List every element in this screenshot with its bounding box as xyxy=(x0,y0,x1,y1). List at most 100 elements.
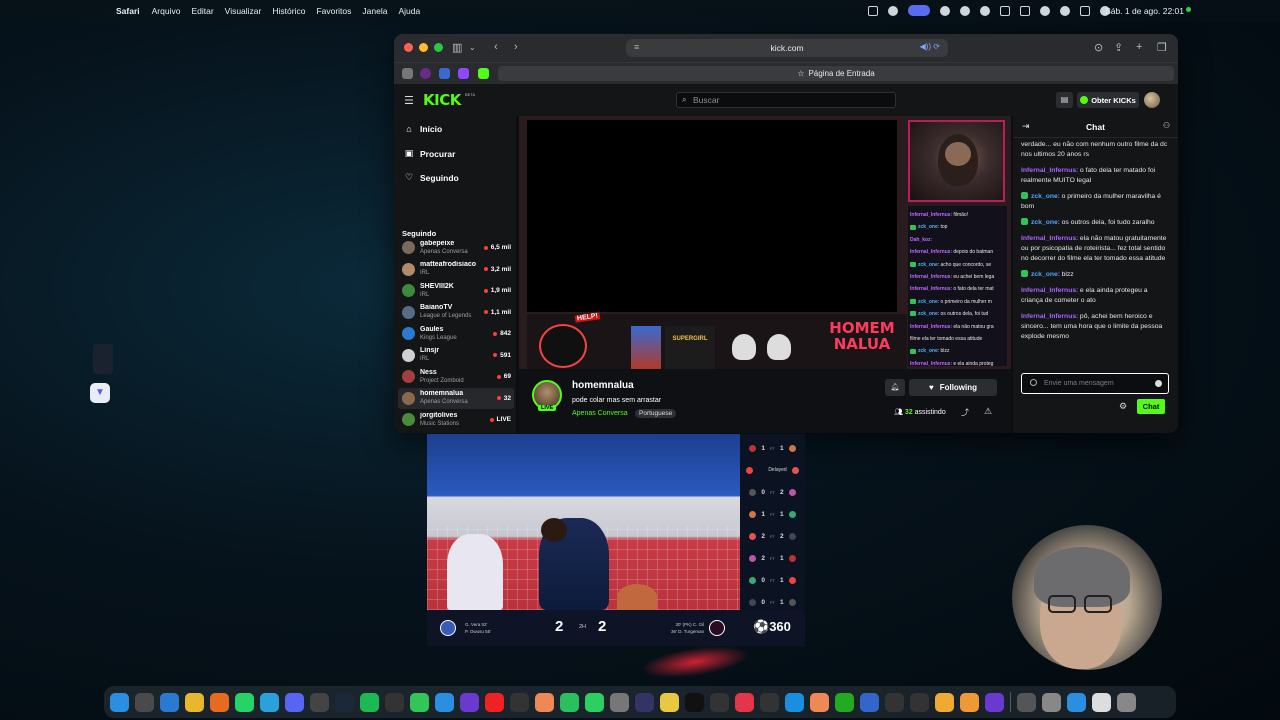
favorite-1-icon[interactable] xyxy=(402,68,413,79)
vpn-icon[interactable] xyxy=(980,5,990,16)
sidebar-channel-zilanstag[interactable]: zilanstag xyxy=(398,431,514,434)
screen-record-icon[interactable] xyxy=(908,5,930,16)
kick-favicon-icon[interactable] xyxy=(478,68,489,79)
tab-overview-icon[interactable]: ❐ xyxy=(1157,41,1167,54)
control-icon[interactable] xyxy=(1000,5,1010,16)
favorite-2-icon[interactable] xyxy=(420,68,431,79)
share-icon[interactable]: ⤴ xyxy=(961,407,969,418)
search-input[interactable]: ⌕ Buscar xyxy=(676,92,896,108)
hamburger-icon[interactable]: ☰ xyxy=(404,94,414,107)
nav-seguindo[interactable]: ♡ Seguindo xyxy=(404,172,459,183)
emote-icon[interactable] xyxy=(1030,379,1037,386)
sidebar-channel-homemnalua[interactable]: homemnalua Apenas Conversa 32 xyxy=(398,387,514,409)
play-icon[interactable] xyxy=(940,5,950,16)
dock-app-icon[interactable] xyxy=(510,692,529,712)
zoom-window-button[interactable] xyxy=(434,43,443,52)
chat-username[interactable]: Infernal_Infernus xyxy=(1021,167,1076,174)
sidebar-channel-baianotv[interactable]: BaianoTV League of Legends 1,1 mil xyxy=(398,302,514,323)
twitch-icon[interactable] xyxy=(458,68,469,79)
chat-send-button[interactable]: Chat xyxy=(1137,399,1165,414)
stream-category[interactable]: Apenas Conversa xyxy=(572,410,628,417)
dock-app-icon[interactable] xyxy=(585,692,604,712)
spotlight-icon[interactable] xyxy=(1060,5,1070,16)
menu-visualizar[interactable]: Visualizar xyxy=(225,6,262,16)
dock-app-icon[interactable] xyxy=(1117,692,1136,712)
dock-app-icon[interactable] xyxy=(885,692,904,712)
close-window-button[interactable] xyxy=(404,43,413,52)
dock-app-icon[interactable] xyxy=(485,692,504,712)
nav-procurar[interactable]: ▣ Procurar xyxy=(404,148,456,159)
sidebar-channel-gabepeixe[interactable]: gabepeixe Apenas Conversa 6,5 mil xyxy=(398,237,514,258)
clipboard-icon[interactable] xyxy=(868,5,878,16)
dock-app-icon[interactable] xyxy=(760,692,779,712)
dock-app-icon[interactable] xyxy=(360,692,379,712)
bell-icon[interactable]: 🔔︎ xyxy=(885,379,905,396)
chat-settings-icon[interactable]: ⚙ xyxy=(1119,401,1127,412)
webcam-bubble[interactable] xyxy=(1012,525,1162,670)
video-player[interactable]: Infernal_Infernus: filmão! zck_one: top Da… xyxy=(519,116,1011,369)
dock-app-icon[interactable] xyxy=(410,692,429,712)
page-menu-icon[interactable]: ≡ xyxy=(634,42,639,52)
address-bar[interactable]: ≡ kick.com ◀)) ⟳ xyxy=(626,39,948,57)
menu-arquivo[interactable]: Arquivo xyxy=(152,6,181,16)
streamer-name[interactable]: homemnalua xyxy=(572,380,634,391)
wifi-icon[interactable] xyxy=(1040,5,1050,16)
sidebar-channel-ness[interactable]: Ness Project Zomboid 69 xyxy=(398,366,514,387)
menu-historico[interactable]: Histórico xyxy=(272,6,305,16)
sidebar-channel-sheviii2k[interactable]: SHEVIII2K IRL 1,9 mil xyxy=(398,280,514,301)
dock-app-icon[interactable] xyxy=(1042,692,1061,712)
menu-clock[interactable]: Sáb. 1 de ago. 22:01 xyxy=(1105,6,1184,16)
chat-username[interactable]: zck_one xyxy=(1031,193,1058,200)
menu-editar[interactable]: Editar xyxy=(191,6,213,16)
chat-username[interactable]: zck_one xyxy=(1031,219,1058,226)
dock-app-icon[interactable] xyxy=(310,692,329,712)
dock-app-icon[interactable] xyxy=(960,692,979,712)
menu-favoritos[interactable]: Favoritos xyxy=(316,6,351,16)
language-tag[interactable]: Portuguese xyxy=(635,409,677,418)
forward-icon[interactable]: › xyxy=(514,41,518,53)
dock-app-icon[interactable] xyxy=(460,692,479,712)
dock-app-icon[interactable] xyxy=(860,692,879,712)
dock-app-icon[interactable] xyxy=(710,692,729,712)
tab-active[interactable]: ☆ Página de Entrada xyxy=(498,66,1174,81)
dock-app-icon[interactable] xyxy=(935,692,954,712)
sidebar-channel-linsjr[interactable]: Linsjr IRL 591 xyxy=(398,345,514,366)
menu-ajuda[interactable]: Ajuda xyxy=(398,6,420,16)
dock-app-icon[interactable] xyxy=(835,692,854,712)
focus-icon[interactable] xyxy=(888,5,898,16)
share-icon[interactable]: ⇪ xyxy=(1114,41,1123,54)
dock-app-icon[interactable] xyxy=(1067,692,1086,712)
soccer-pip-window[interactable]: 1 FT 1 Delayed 0 FT 2 1 FT 1 2 FT 2 2 FT 1 0 FT 1 0 FT 1 G. V… xyxy=(427,434,805,646)
dock-app-icon[interactable] xyxy=(535,692,554,712)
dock-app-icon[interactable] xyxy=(135,692,154,712)
wallet-icon[interactable]: ▤ xyxy=(1056,92,1073,108)
obter-kicks-button[interactable]: Obter KICKs xyxy=(1077,92,1139,108)
chat-username[interactable]: zck_one xyxy=(1031,271,1058,278)
dock-app-icon[interactable] xyxy=(160,692,179,712)
following-button[interactable]: ♥ Following xyxy=(909,379,997,396)
dock-app-icon[interactable] xyxy=(785,692,804,712)
user-avatar[interactable] xyxy=(1144,92,1160,108)
sidebar-channel-matteafrodisiaco[interactable]: matteafrodisiaco IRL 3,2 mil xyxy=(398,259,514,280)
dock-app-icon[interactable] xyxy=(385,692,404,712)
sidebar-channel-gaules[interactable]: Gaules Kings League 842 xyxy=(398,323,514,344)
dock-app-icon[interactable] xyxy=(910,692,929,712)
dock-app-icon[interactable] xyxy=(435,692,454,712)
dock-app-icon[interactable] xyxy=(210,692,229,712)
kick-logo[interactable]: KICK xyxy=(423,91,461,109)
dock-app-icon[interactable] xyxy=(560,692,579,712)
chat-users-icon[interactable]: ⚇ xyxy=(1163,121,1170,130)
dock-app-icon[interactable] xyxy=(735,692,754,712)
dock-app-icon[interactable] xyxy=(260,692,279,712)
wind-icon[interactable] xyxy=(960,5,970,16)
dock-app-icon[interactable] xyxy=(685,692,704,712)
dock-app-icon[interactable] xyxy=(185,692,204,712)
control-center-icon[interactable] xyxy=(1080,5,1090,16)
dock-app-icon[interactable] xyxy=(635,692,654,712)
favorite-3-icon[interactable] xyxy=(439,68,450,79)
dock-app-icon[interactable] xyxy=(235,692,254,712)
chevron-down-icon[interactable]: ⌄ xyxy=(469,43,476,52)
chat-username[interactable]: Infernal_Infernus xyxy=(1021,313,1076,320)
sidebar-channel-jorgitolives[interactable]: jorgitolives Music Stations LIVE xyxy=(398,409,514,430)
address-url[interactable]: kick.com xyxy=(770,43,803,53)
